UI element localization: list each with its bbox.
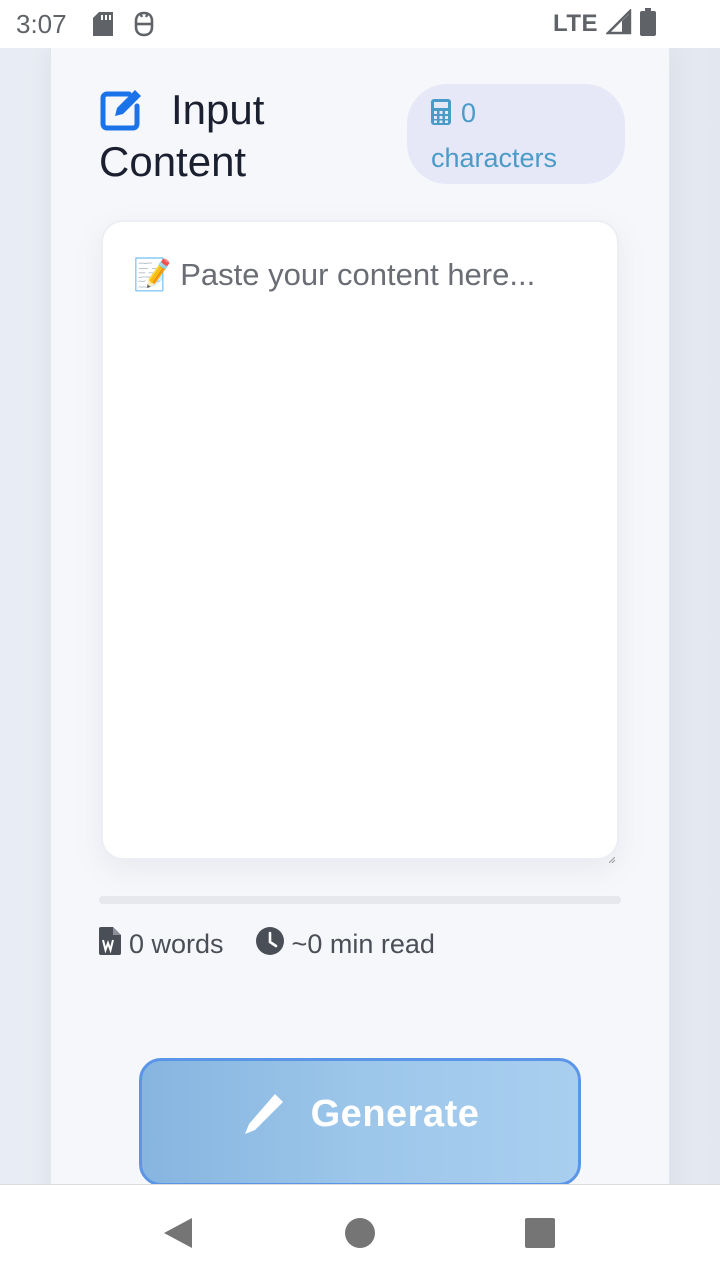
content-progress-bar <box>99 896 621 904</box>
clock-icon <box>255 926 292 962</box>
sd-card-icon <box>92 12 113 36</box>
back-icon[interactable] <box>138 1193 218 1273</box>
character-count-badge: 0 characters <box>407 84 625 184</box>
word-count-text: 0 words <box>129 928 224 959</box>
status-right: LTE <box>552 7 656 41</box>
read-time-stat: ~0 min read <box>255 926 435 962</box>
word-file-icon <box>99 926 129 962</box>
card-header: Input Content 0 characters <box>99 84 625 194</box>
input-card: Input Content 0 characters 📝 Paste your … <box>50 48 670 1184</box>
content-textarea-container <box>101 220 619 864</box>
system-nav-bar <box>0 1184 720 1280</box>
pen-icon <box>241 1092 285 1136</box>
content-stats: 0 words ~0 min read <box>99 924 435 964</box>
notification-icon <box>133 11 155 37</box>
character-count-value: 0 <box>461 98 477 128</box>
read-time-text: ~0 min read <box>291 928 435 959</box>
signal-icon <box>605 7 632 40</box>
calculator-icon <box>431 95 451 137</box>
generate-button-content: Generate <box>241 1092 480 1136</box>
generate-button-label: Generate <box>310 1092 480 1135</box>
battery-icon <box>640 7 656 41</box>
page-title: Input Content <box>99 86 265 185</box>
network-type: LTE <box>552 10 598 37</box>
content-textarea[interactable] <box>103 222 617 858</box>
status-time: 3:07 <box>16 8 67 39</box>
home-icon[interactable] <box>320 1193 400 1273</box>
resize-handle-icon[interactable] <box>608 850 616 864</box>
character-count-label: characters <box>431 143 558 173</box>
recents-icon[interactable] <box>500 1193 580 1273</box>
word-count-stat: 0 words <box>99 926 224 962</box>
status-bar: 3:07 LTE <box>0 0 720 48</box>
app-background: Input Content 0 characters 📝 Paste your … <box>0 48 720 1184</box>
generate-button[interactable]: Generate <box>139 1058 581 1184</box>
